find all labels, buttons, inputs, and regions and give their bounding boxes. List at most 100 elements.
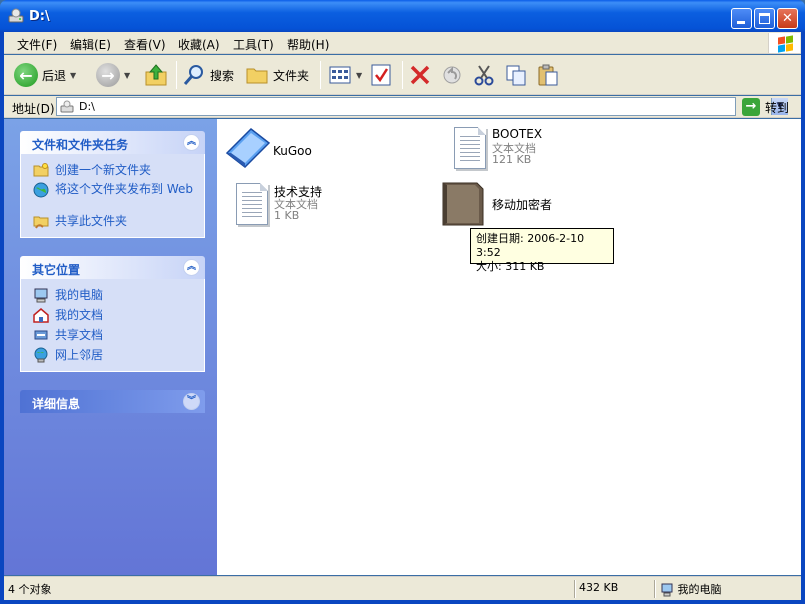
drive-icon bbox=[60, 100, 74, 113]
undo-button[interactable] bbox=[440, 61, 464, 89]
collapse-chevron-icon[interactable]: ︽ bbox=[183, 259, 200, 276]
maximize-icon bbox=[759, 13, 770, 24]
menu-edit[interactable]: 编辑(E) bbox=[70, 36, 111, 53]
address-input[interactable]: D:\ ▼ bbox=[56, 97, 788, 116]
forward-button[interactable]: → ▼ bbox=[96, 61, 130, 89]
my-documents-icon bbox=[33, 308, 49, 323]
paste-icon bbox=[538, 64, 558, 86]
window-title: D:\ bbox=[29, 9, 50, 24]
task-new-folder-label: 创建一个新文件夹 bbox=[55, 163, 152, 177]
other-places-panel: 其它位置 ︽ 我的电脑 我的文档 共享文档 网上邻居 bbox=[20, 256, 205, 372]
shared-documents-icon bbox=[34, 330, 48, 340]
place-my-computer-label: 我的电脑 bbox=[55, 288, 104, 302]
place-shared-documents-label: 共享文档 bbox=[55, 328, 104, 342]
go-button[interactable]: → 转到 bbox=[742, 97, 789, 117]
task-share-folder-label: 共享此文件夹 bbox=[55, 214, 128, 228]
place-network[interactable]: 网上邻居 bbox=[21, 345, 204, 365]
details-header[interactable]: 详细信息 ︾ bbox=[20, 390, 205, 413]
delete-icon bbox=[410, 65, 430, 85]
place-my-computer[interactable]: 我的电脑 bbox=[21, 285, 204, 305]
status-location-label: 我的电脑 bbox=[677, 583, 722, 596]
menu-file[interactable]: 文件(F) bbox=[17, 36, 57, 53]
place-network-label: 网上邻居 bbox=[55, 348, 104, 362]
window-frame-bottom bbox=[0, 600, 805, 604]
title-bar[interactable]: D:\ ✕ bbox=[0, 0, 805, 32]
file-name: 移动加密者 bbox=[492, 198, 553, 212]
up-folder-button[interactable] bbox=[144, 61, 168, 89]
copy-icon bbox=[506, 65, 526, 86]
go-arrow-icon: → bbox=[742, 98, 760, 116]
file-item-encryptor[interactable]: 移动加密者 bbox=[439, 179, 599, 229]
task-publish-web-label: 将这个文件夹发布到 Web bbox=[55, 182, 193, 196]
text-document-icon bbox=[454, 127, 486, 169]
minimize-icon bbox=[737, 21, 745, 24]
search-button[interactable]: 搜索 bbox=[182, 61, 234, 89]
views-button[interactable]: ▼ bbox=[328, 61, 362, 89]
collapse-chevron-icon[interactable]: ︽ bbox=[183, 134, 200, 151]
text-document-icon bbox=[236, 183, 268, 225]
back-button[interactable]: ← 后退 ▼ bbox=[14, 61, 76, 89]
details-panel: 详细信息 ︾ bbox=[20, 390, 205, 413]
status-bar: 4 个对象 432 KB 我的电脑 bbox=[4, 576, 801, 600]
folders-icon bbox=[246, 68, 268, 84]
menu-favorites[interactable]: 收藏(A) bbox=[178, 36, 220, 53]
new-folder-icon bbox=[33, 163, 49, 177]
publish-web-icon bbox=[33, 182, 49, 198]
status-location: 我的电脑 bbox=[660, 581, 722, 597]
file-size: 1 KB bbox=[274, 209, 300, 222]
forward-arrow-icon: → bbox=[96, 63, 120, 87]
close-button[interactable]: ✕ bbox=[777, 8, 798, 29]
encryptor-app-icon bbox=[442, 182, 484, 226]
forward-dropdown-icon[interactable]: ▼ bbox=[124, 71, 130, 80]
file-name: KuGoo bbox=[273, 144, 312, 158]
file-item-bootex[interactable]: BOOTEX 文本文档 121 KB bbox=[451, 125, 601, 175]
place-my-documents[interactable]: 我的文档 bbox=[21, 305, 204, 325]
file-tasks-panel: 文件和文件夹任务 ︽ 创建一个新文件夹 将这个文件夹发布到 Web 共享此文件夹 bbox=[20, 131, 205, 238]
kugoo-folder-icon bbox=[225, 128, 271, 168]
back-dropdown-icon[interactable]: ▼ bbox=[70, 71, 76, 80]
file-tasks-header[interactable]: 文件和文件夹任务 ︽ bbox=[20, 131, 205, 154]
share-folder-icon bbox=[33, 216, 49, 229]
search-label: 搜索 bbox=[210, 68, 235, 83]
other-places-header[interactable]: 其它位置 ︽ bbox=[20, 256, 205, 279]
maximize-button[interactable] bbox=[754, 8, 775, 29]
menu-view[interactable]: 查看(V) bbox=[124, 36, 166, 53]
drive-icon bbox=[8, 8, 24, 23]
task-new-folder[interactable]: 创建一个新文件夹 bbox=[21, 160, 204, 180]
menu-tools[interactable]: 工具(T) bbox=[233, 36, 274, 53]
file-tasks-title: 文件和文件夹任务 bbox=[32, 138, 129, 152]
cut-button[interactable] bbox=[472, 61, 496, 89]
tooltip-created-date: 创建日期: 2006-2-10 3:52 bbox=[476, 232, 585, 259]
details-title: 详细信息 bbox=[32, 397, 81, 411]
file-tasks-body: 创建一个新文件夹 将这个文件夹发布到 Web 共享此文件夹 bbox=[20, 154, 205, 238]
file-tooltip: 创建日期: 2006-2-10 3:52 大小: 311 KB bbox=[470, 228, 614, 273]
file-item-tech-support[interactable]: 技术支持 文本文档 1 KB bbox=[233, 181, 383, 231]
properties-button[interactable] bbox=[370, 61, 392, 89]
task-pane: 文件和文件夹任务 ︽ 创建一个新文件夹 将这个文件夹发布到 Web 共享此文件夹… bbox=[4, 119, 217, 575]
menu-help[interactable]: 帮助(H) bbox=[287, 36, 329, 53]
expand-chevron-icon[interactable]: ︾ bbox=[183, 393, 200, 410]
place-my-documents-label: 我的文档 bbox=[55, 308, 104, 322]
toolbar-separator bbox=[402, 61, 403, 89]
status-total-size: 432 KB bbox=[579, 581, 619, 594]
status-separator bbox=[574, 580, 576, 598]
delete-button[interactable] bbox=[408, 61, 432, 89]
status-object-count: 4 个对象 bbox=[8, 583, 52, 596]
paste-button[interactable] bbox=[536, 61, 560, 89]
address-value: D:\ bbox=[79, 100, 95, 113]
folders-button[interactable]: 文件夹 bbox=[245, 61, 309, 89]
place-shared-documents[interactable]: 共享文档 bbox=[21, 325, 204, 345]
minimize-button[interactable] bbox=[731, 8, 752, 29]
toolbar-separator bbox=[176, 61, 177, 89]
other-places-title: 其它位置 bbox=[32, 263, 81, 277]
window-frame-right bbox=[801, 32, 805, 604]
task-share-folder[interactable]: 共享此文件夹 bbox=[21, 211, 204, 231]
task-publish-web[interactable]: 将这个文件夹发布到 Web bbox=[21, 180, 204, 211]
views-icon bbox=[329, 66, 351, 84]
copy-button[interactable] bbox=[504, 61, 528, 89]
go-label: 转到 bbox=[765, 100, 790, 115]
views-dropdown-icon[interactable]: ▼ bbox=[356, 71, 362, 80]
back-arrow-icon: ← bbox=[14, 63, 38, 87]
file-item-kugoo[interactable]: KuGoo bbox=[221, 123, 361, 173]
windows-logo-icon bbox=[768, 33, 800, 53]
